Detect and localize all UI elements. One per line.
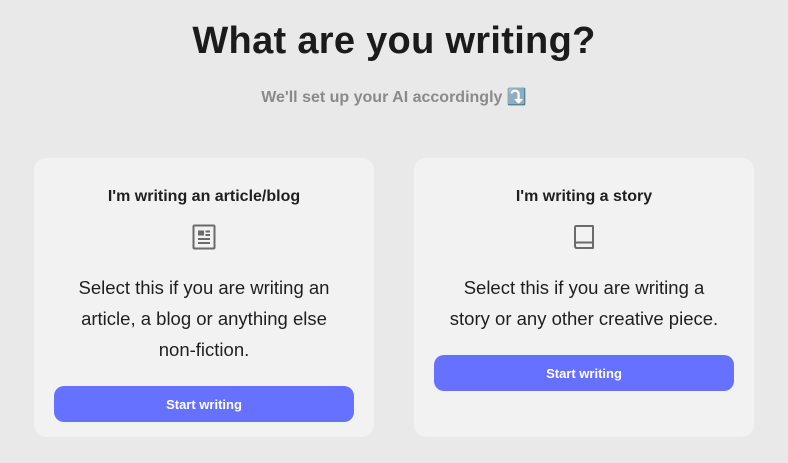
page-title: What are you writing? — [192, 20, 596, 62]
book-icon — [571, 224, 597, 250]
article-option-card[interactable]: I'm writing an article/blog Select this … — [34, 158, 374, 437]
article-card-description: Select this if you are writing an articl… — [78, 277, 330, 360]
story-option-card[interactable]: I'm writing a story Select this if you a… — [414, 158, 754, 437]
story-card-title: I'm writing a story — [515, 188, 653, 205]
story-start-writing-button[interactable]: Start writing — [434, 355, 734, 391]
article-card-title: I'm writing an article/blog — [107, 188, 301, 205]
page-subtitle: We'll set up your AI accordingly ⤵️ — [261, 89, 527, 106]
article-start-writing-button[interactable]: Start writing — [54, 386, 354, 422]
story-card-description: Select this if you are writing a story o… — [449, 277, 719, 329]
article-icon — [191, 224, 217, 250]
